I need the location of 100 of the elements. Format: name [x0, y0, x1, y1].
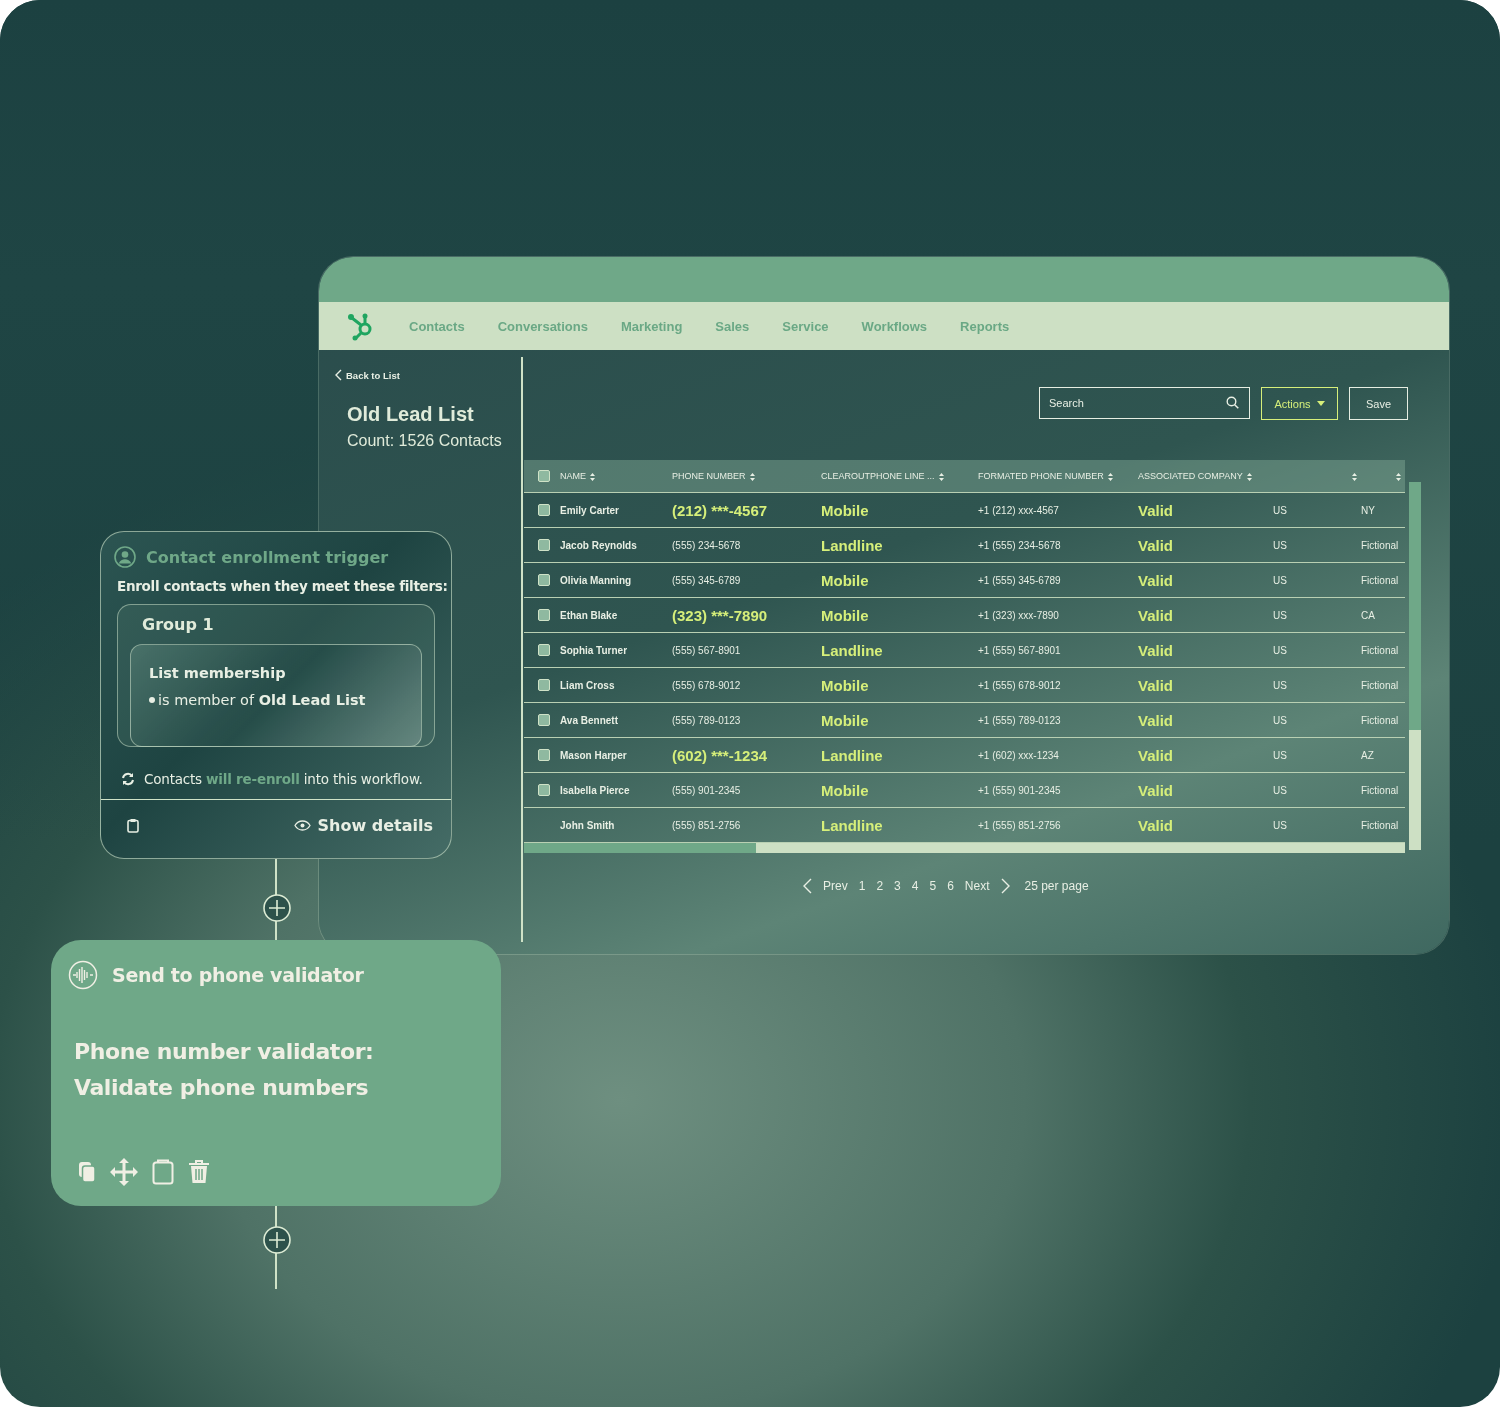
- chevron-right-icon[interactable]: [1000, 878, 1010, 894]
- contact-count: Count: 1526 Contacts: [347, 432, 503, 450]
- waveform-icon: [68, 960, 98, 990]
- validation-status: Valid: [1138, 676, 1174, 694]
- nav-link[interactable]: Conversations: [497, 318, 588, 334]
- phone-number: (555) 678-9012: [672, 679, 741, 691]
- eye-icon: [293, 820, 311, 831]
- row-checkbox[interactable]: [538, 574, 550, 587]
- move-icon[interactable]: [110, 1158, 138, 1186]
- sort-icon[interactable]: [749, 472, 755, 481]
- line-type: Landline: [821, 746, 883, 764]
- card-subtitle: Enroll contacts when they meet these filters:: [116, 577, 449, 594]
- region-code: Fictional: [1361, 819, 1399, 831]
- nav-link[interactable]: Marketing: [620, 318, 683, 334]
- chevron-left-icon[interactable]: [803, 878, 812, 894]
- page-size[interactable]: 25 per page: [1024, 879, 1089, 893]
- column-header: FORMATED PHONE NUMBER: [978, 471, 1104, 481]
- search-icon[interactable]: [1226, 396, 1239, 409]
- page-link[interactable]: 6: [947, 879, 954, 893]
- phone-number: (555) 789-0123: [672, 714, 741, 726]
- card-title: Contact enrollment trigger: [146, 547, 389, 567]
- nav-link[interactable]: Workflows: [861, 318, 928, 334]
- formatted-phone: +1 (555) 789-0123: [978, 714, 1061, 726]
- bullet-icon: [149, 697, 155, 703]
- validation-status: Valid: [1138, 571, 1174, 589]
- row-checkbox[interactable]: [538, 749, 550, 762]
- region-code: Fictional: [1361, 539, 1399, 551]
- phone-number: (602) ***-1234: [672, 746, 768, 764]
- line-type: Mobile: [821, 606, 869, 624]
- row-checkbox[interactable]: [538, 609, 550, 622]
- line-type: Landline: [821, 641, 883, 659]
- page-link[interactable]: 2: [876, 879, 884, 893]
- validation-status: Valid: [1138, 641, 1174, 659]
- copy-icon[interactable]: [78, 1161, 96, 1183]
- row-checkbox[interactable]: [538, 784, 550, 797]
- back-link[interactable]: Back to List: [335, 369, 400, 381]
- line-type: Landline: [821, 816, 883, 834]
- formatted-phone: +1 (555) 345-6789: [978, 574, 1061, 586]
- reenroll-note: Contacts will re-enroll into this workflow.: [144, 771, 423, 787]
- country-code: US: [1273, 784, 1287, 796]
- sort-icon[interactable]: [1246, 472, 1252, 481]
- page-link[interactable]: 5: [929, 879, 937, 893]
- vertical-scrollbar[interactable]: [1409, 482, 1421, 850]
- formatted-phone: +1 (555) 567-8901: [978, 644, 1061, 656]
- actions-button[interactable]: Actions: [1261, 387, 1338, 420]
- nav-link[interactable]: Reports: [960, 318, 1010, 334]
- formatted-phone: +1 (555) 851-2756: [978, 819, 1061, 831]
- prev-link[interactable]: Prev: [823, 879, 848, 893]
- formatted-phone: +1 (555) 678-9012: [978, 679, 1061, 691]
- next-link[interactable]: Next: [964, 879, 990, 893]
- column-header: PHONE NUMBER: [672, 471, 746, 481]
- column-header: NAME: [560, 471, 586, 481]
- search-field[interactable]: Search: [1039, 387, 1250, 419]
- contact-name: Ethan Blake: [560, 609, 618, 621]
- nav-link[interactable]: Contacts: [409, 318, 465, 334]
- show-details-button[interactable]: Show details: [293, 816, 433, 835]
- clipboard-icon[interactable]: [127, 818, 139, 833]
- region-code: CA: [1361, 609, 1375, 621]
- formatted-phone: +1 (323) xxx-7890: [978, 609, 1059, 621]
- nav-link[interactable]: Service: [782, 318, 829, 334]
- contact-name: Emily Carter: [560, 504, 619, 516]
- row-checkbox[interactable]: [538, 644, 550, 657]
- validation-status: Valid: [1138, 816, 1174, 834]
- sort-icon[interactable]: [590, 472, 595, 481]
- save-button[interactable]: Save: [1349, 387, 1408, 420]
- row-checkbox[interactable]: [538, 539, 550, 552]
- region-code: Fictional: [1361, 784, 1399, 796]
- formatted-phone: +1 (602) xxx-1234: [978, 749, 1059, 761]
- phone-number: (555) 851-2756: [672, 819, 741, 831]
- chevron-left-icon[interactable]: [335, 369, 342, 381]
- trash-icon[interactable]: [188, 1160, 210, 1184]
- nav-link[interactable]: Sales: [715, 318, 750, 334]
- line-type: Mobile: [821, 711, 869, 729]
- add-step-icon[interactable]: [262, 1225, 292, 1255]
- validation-status: Valid: [1138, 781, 1174, 799]
- row-checkbox[interactable]: [538, 504, 550, 517]
- sort-icon[interactable]: [1352, 472, 1357, 481]
- country-code: US: [1273, 714, 1287, 726]
- person-icon: [114, 546, 136, 568]
- sort-icon[interactable]: [1396, 472, 1401, 481]
- page-link[interactable]: 1: [858, 879, 866, 893]
- country-code: US: [1273, 609, 1287, 621]
- select-all-checkbox[interactable]: [538, 470, 550, 482]
- row-checkbox[interactable]: [538, 679, 550, 692]
- phone-number: (555) 901-2345: [672, 784, 741, 796]
- filter-title: List membership: [149, 665, 287, 681]
- row-checkbox[interactable]: [538, 714, 550, 727]
- formatted-phone: +1 (212) xxx-4567: [978, 504, 1059, 516]
- clipboard-icon[interactable]: [152, 1159, 174, 1185]
- region-code: Fictional: [1361, 644, 1399, 656]
- sort-icon[interactable]: [1107, 472, 1113, 481]
- region-code: Fictional: [1361, 679, 1399, 691]
- validation-status: Valid: [1138, 501, 1174, 519]
- sort-icon[interactable]: [938, 472, 944, 481]
- add-step-icon[interactable]: [262, 893, 292, 923]
- horizontal-scrollbar[interactable]: [524, 843, 1405, 853]
- phone-number: (555) 345-6789: [672, 574, 741, 586]
- column-header: ASSOCIATED COMPANY: [1138, 471, 1243, 481]
- page-link[interactable]: 3: [894, 879, 901, 893]
- page-link[interactable]: 4: [911, 879, 919, 893]
